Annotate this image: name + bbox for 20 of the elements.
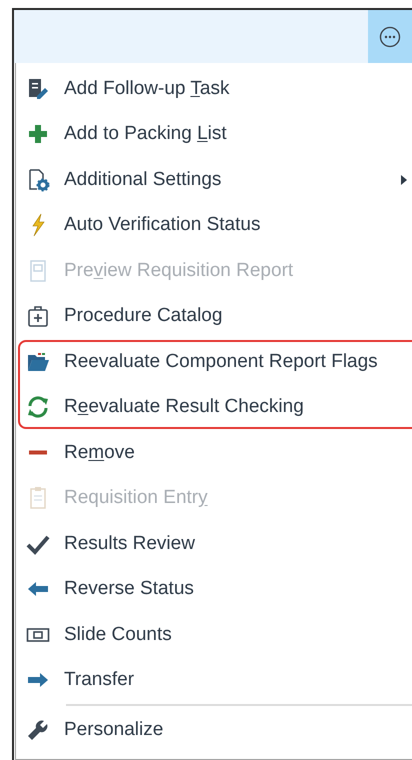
menu-item[interactable]: Transfer	[16, 658, 412, 703]
menu-icon	[26, 718, 50, 742]
more-icon	[379, 26, 401, 48]
menu-item[interactable]: Personalize	[16, 707, 412, 752]
menu-item[interactable]: Additional Settings	[16, 157, 412, 202]
menu-icon	[26, 395, 50, 420]
menu-item[interactable]: Reevaluate Component Report Flags	[16, 339, 412, 384]
menu-item[interactable]: Procedure Catalog	[16, 294, 412, 339]
menu-item[interactable]: Reverse Status	[16, 566, 412, 612]
menu-icon	[26, 304, 50, 328]
menu-icon	[26, 450, 50, 456]
menu-item[interactable]: Add to Packing List	[16, 112, 412, 157]
more-button[interactable]	[368, 10, 412, 63]
menu-item[interactable]: Remove	[16, 430, 412, 476]
menu-item[interactable]: Auto Verification Status	[16, 202, 412, 248]
menu-item[interactable]: Reevaluate Result Checking	[16, 384, 412, 430]
menu-icon	[26, 76, 50, 101]
menu-item[interactable]: Slide Counts	[16, 612, 412, 658]
menu-item[interactable]: Add Follow-up Task	[16, 66, 412, 112]
menu-item[interactable]: Results Review	[16, 521, 412, 566]
